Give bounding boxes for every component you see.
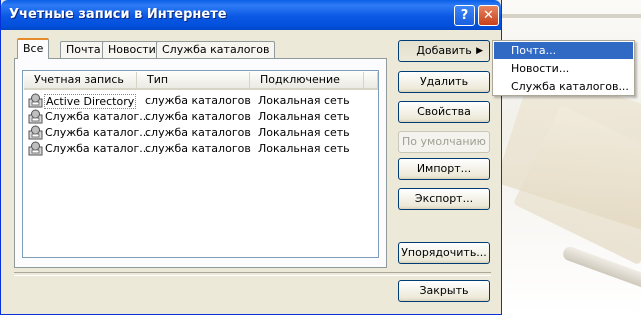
set-default-button[interactable]: По умолчанию bbox=[398, 131, 490, 153]
export-button[interactable]: Экспорт... bbox=[398, 188, 490, 210]
column-header-connection[interactable]: Подключение bbox=[250, 72, 364, 90]
menu-item-news[interactable]: Новости... bbox=[494, 60, 633, 77]
order-button[interactable]: Упорядочить... bbox=[398, 242, 490, 264]
account-connection: Локальная сеть bbox=[258, 94, 350, 107]
add-submenu: Почта... Новости... Служба каталогов... bbox=[492, 40, 635, 96]
properties-button[interactable]: Свойства bbox=[398, 101, 490, 123]
add-button-label: Добавить bbox=[416, 44, 472, 57]
account-connection: Локальная сеть bbox=[258, 110, 350, 123]
table-row[interactable]: Служба каталог... служба каталогов Локал… bbox=[24, 109, 377, 125]
help-button[interactable]: ? bbox=[454, 5, 475, 26]
column-header-type[interactable]: Тип bbox=[137, 72, 250, 90]
account-name: Служба каталог... bbox=[45, 126, 150, 139]
menu-item-directory-service[interactable]: Служба каталогов... bbox=[494, 78, 633, 95]
divider bbox=[14, 272, 491, 276]
table-row[interactable]: Служба каталог... служба каталогов Локал… bbox=[24, 125, 377, 141]
tab-all[interactable]: Все bbox=[17, 38, 50, 59]
menu-item-mail[interactable]: Почта... bbox=[494, 42, 633, 59]
table-row[interactable]: Active Directory служба каталогов Локаль… bbox=[24, 93, 377, 109]
directory-service-icon bbox=[28, 109, 43, 124]
directory-service-icon bbox=[28, 141, 43, 156]
tab-news[interactable]: Новости bbox=[102, 41, 162, 58]
account-connection: Локальная сеть bbox=[258, 142, 350, 155]
internet-accounts-dialog: Учетные записи в Интернете ? ✕ Все Почта… bbox=[0, 0, 502, 315]
submenu-arrow-icon: ▶ bbox=[476, 46, 483, 56]
account-type: служба каталогов bbox=[145, 142, 251, 155]
account-type: служба каталогов bbox=[145, 126, 251, 139]
window-title: Учетные записи в Интернете bbox=[9, 7, 227, 22]
title-bar[interactable]: Учетные записи в Интернете ? ✕ bbox=[1, 0, 501, 30]
close-button[interactable]: Закрыть bbox=[398, 280, 490, 302]
remove-button[interactable]: Удалить bbox=[398, 71, 490, 93]
tab-directory-service[interactable]: Служба каталогов bbox=[156, 41, 276, 58]
accounts-list[interactable]: Учетная запись Тип Подключение Active Di… bbox=[22, 70, 379, 258]
tab-mail[interactable]: Почта bbox=[60, 41, 107, 58]
column-header-filler bbox=[364, 72, 378, 90]
account-connection: Локальная сеть bbox=[258, 126, 350, 139]
account-name: Active Directory bbox=[44, 94, 137, 109]
add-button[interactable]: Добавить ▶ bbox=[398, 40, 490, 62]
close-window-button[interactable]: ✕ bbox=[478, 5, 499, 26]
account-name: Служба каталог... bbox=[45, 110, 150, 123]
table-row[interactable]: Служба каталог... служба каталогов Локал… bbox=[24, 141, 377, 157]
import-button[interactable]: Импорт... bbox=[398, 158, 490, 180]
directory-service-icon bbox=[28, 125, 43, 140]
account-type: служба каталогов bbox=[145, 94, 251, 107]
account-type: служба каталогов bbox=[145, 110, 251, 123]
column-header-account[interactable]: Учетная запись bbox=[24, 72, 137, 90]
directory-service-icon bbox=[28, 93, 43, 108]
account-name: Служба каталог... bbox=[45, 142, 150, 155]
